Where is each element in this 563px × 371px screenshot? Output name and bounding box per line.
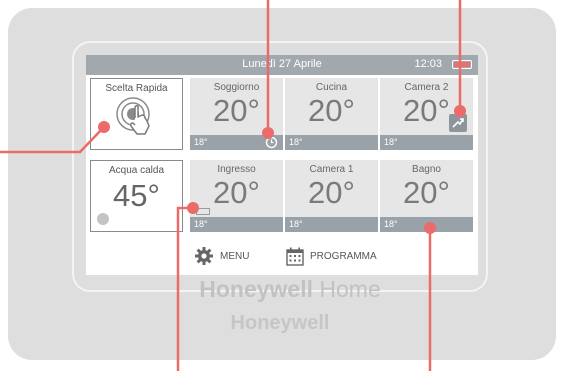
callout-dot-setpoint: [424, 222, 436, 234]
callout-dot-clock: [262, 127, 274, 139]
callout-dot-boost: [454, 105, 466, 117]
callout-line-quick: [0, 126, 105, 154]
thermostat-diagram: Lunedì 27 Aprile 12:03 Scelta Rapida Sog…: [0, 0, 563, 371]
callout-line-battery: [176, 206, 193, 371]
callout-dot-battery: [187, 202, 199, 214]
callout-dot-quick: [98, 121, 110, 133]
callout-lines: [0, 0, 466, 371]
